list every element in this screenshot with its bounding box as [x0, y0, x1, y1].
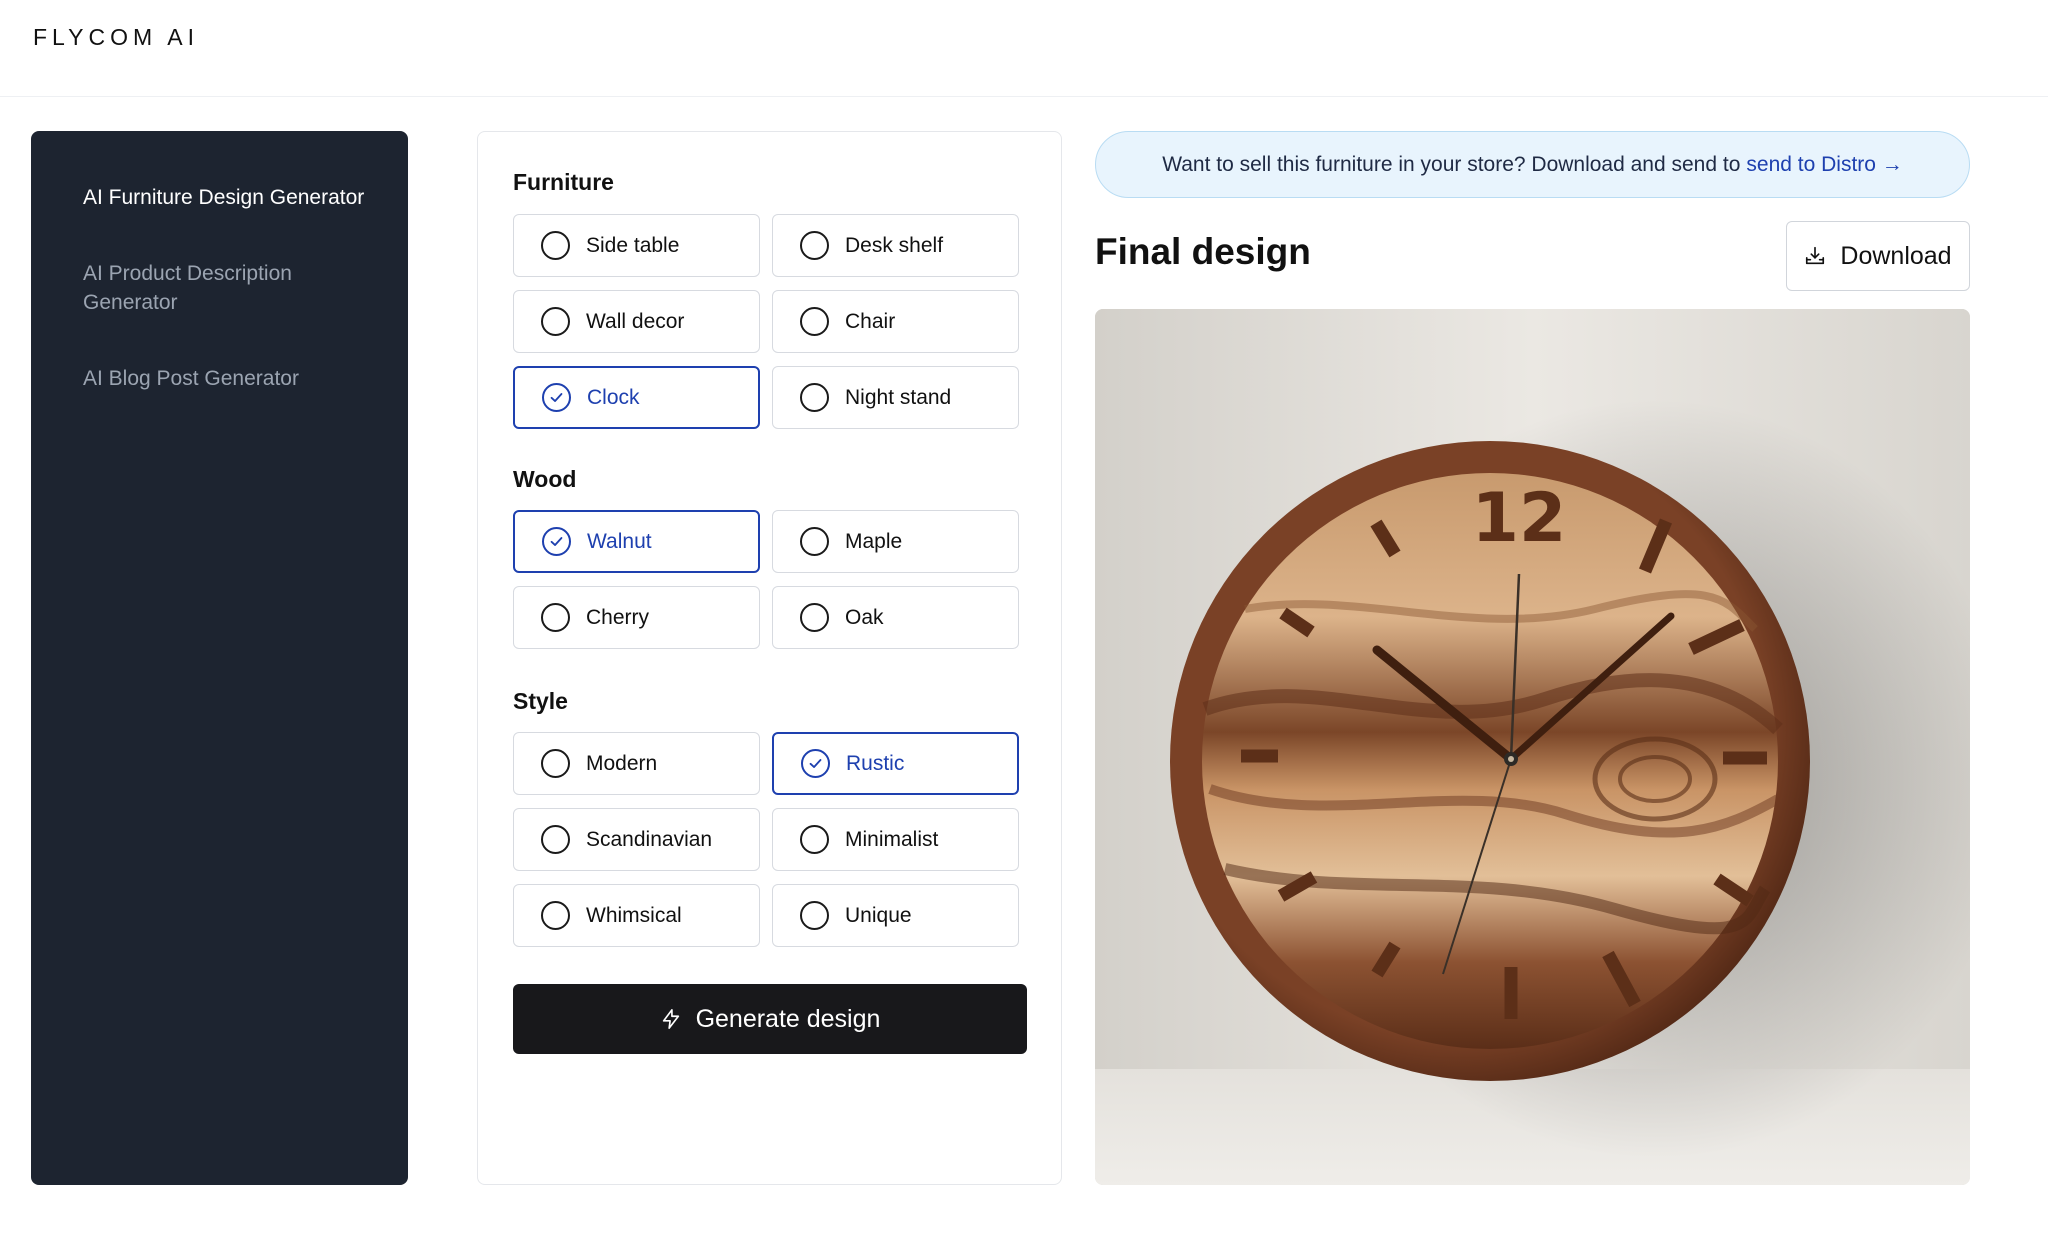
wood-option-label: Cherry	[586, 605, 650, 629]
logo[interactable]: FLYCOM AI	[33, 24, 199, 51]
style-option-label: Whimsical	[586, 903, 682, 927]
style-option-label: Minimalist	[845, 827, 939, 851]
banner-text: Want to sell this furniture in your stor…	[1162, 152, 1741, 176]
furniture-option-chair[interactable]: Chair	[772, 290, 1019, 353]
generate-design-label: Generate design	[695, 1004, 881, 1033]
style-option-label: Rustic	[846, 751, 905, 775]
radio-icon	[800, 527, 829, 556]
bolt-icon	[662, 1009, 679, 1029]
furniture-option-clock[interactable]: Clock	[513, 366, 760, 429]
radio-icon	[541, 307, 570, 336]
furniture-option-label: Night stand	[845, 385, 952, 409]
radio-icon	[800, 231, 829, 260]
check-circle-icon	[542, 383, 571, 412]
radio-icon	[541, 603, 570, 632]
wood-option-label: Walnut	[587, 529, 652, 553]
radio-icon	[541, 231, 570, 260]
style-option-minimalist[interactable]: Minimalist	[772, 808, 1019, 871]
wood-option-cherry[interactable]: Cherry	[513, 586, 760, 649]
furniture-option-label: Clock	[587, 385, 640, 409]
check-circle-icon	[542, 527, 571, 556]
radio-icon	[800, 603, 829, 632]
final-design-title: Final design	[1095, 231, 1311, 272]
furniture-option-label: Wall decor	[586, 309, 685, 333]
generate-design-button[interactable]: Generate design	[513, 984, 1027, 1054]
style-option-label: Scandinavian	[586, 827, 713, 851]
wood-option-label: Oak	[845, 605, 884, 629]
wood-option-label: Maple	[845, 529, 903, 553]
furniture-option-label: Desk shelf	[845, 233, 944, 257]
wood-option-maple[interactable]: Maple	[772, 510, 1019, 573]
furniture-option-label: Chair	[845, 309, 896, 333]
furniture-option-wall-decor[interactable]: Wall decor	[513, 290, 760, 353]
distro-banner: Want to sell this furniture in your stor…	[1095, 131, 1970, 198]
furniture-option-side-table[interactable]: Side table	[513, 214, 760, 277]
furniture-option-night-stand[interactable]: Night stand	[772, 366, 1019, 429]
sidebar-item-blog-post[interactable]: AI Blog Post Generator	[83, 364, 368, 393]
furniture-option-label: Side table	[586, 233, 680, 257]
radio-icon	[800, 901, 829, 930]
top-bar: FLYCOM AI	[0, 0, 2048, 97]
download-label: Download	[1840, 241, 1952, 270]
wood-option-walnut[interactable]: Walnut	[513, 510, 760, 573]
sidebar: AI Furniture Design Generator AI Product…	[31, 131, 408, 1185]
radio-icon	[541, 749, 570, 778]
wood-section-title: Wood	[513, 466, 577, 492]
style-option-whimsical[interactable]: Whimsical	[513, 884, 760, 947]
style-option-unique[interactable]: Unique	[772, 884, 1019, 947]
wood-option-oak[interactable]: Oak	[772, 586, 1019, 649]
style-option-scandinavian[interactable]: Scandinavian	[513, 808, 760, 871]
sidebar-item-furniture-design[interactable]: AI Furniture Design Generator	[83, 183, 368, 212]
radio-icon	[800, 825, 829, 854]
send-to-distro-link[interactable]: send to Distro →	[1746, 153, 1902, 177]
clock-numeral: 12	[1472, 479, 1567, 558]
radio-icon	[800, 307, 829, 336]
radio-icon	[541, 825, 570, 854]
sidebar-item-product-description[interactable]: AI Product Description Generator	[83, 259, 368, 317]
final-design-image: 12	[1095, 309, 1970, 1185]
radio-icon	[541, 901, 570, 930]
furniture-option-desk-shelf[interactable]: Desk shelf	[772, 214, 1019, 277]
design-form: Furniture Side table Desk shelf Wall decor…	[477, 131, 1062, 1185]
style-option-rustic[interactable]: Rustic	[772, 732, 1019, 795]
download-icon	[1806, 246, 1825, 265]
style-option-label: Modern	[586, 751, 658, 775]
clock-image: 12	[1095, 309, 1970, 1185]
furniture-section-title: Furniture	[513, 169, 614, 195]
download-button[interactable]: Download	[1786, 221, 1970, 291]
style-option-modern[interactable]: Modern	[513, 732, 760, 795]
style-section-title: Style	[513, 688, 568, 714]
style-option-label: Unique	[845, 903, 912, 927]
check-circle-icon	[801, 749, 830, 778]
radio-icon	[800, 383, 829, 412]
